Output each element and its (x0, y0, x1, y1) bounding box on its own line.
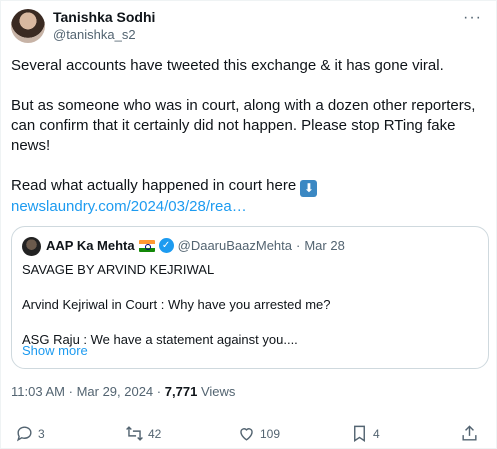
tweet-card: Tanishka Sodhi @tanishka_s2 ··· Several … (0, 0, 497, 449)
quote-header: AAP Ka Mehta ✓ @DaaruBaazMehta · Mar 28 (46, 238, 345, 253)
views-count: 7,771 (164, 384, 198, 399)
quote-author-handle: @DaaruBaazMehta (177, 238, 292, 253)
quote-line-2: Arvind Kejriwal in Court : Why have you … (22, 297, 331, 312)
tweet-paragraph-3: Read what actually happened in court her… (11, 176, 489, 197)
reply-icon (16, 426, 32, 442)
quote-date: Mar 28 (304, 238, 345, 253)
bookmark-button[interactable]: 4 (350, 424, 380, 443)
author-name[interactable]: Tanishka Sodhi (53, 9, 155, 25)
tweet-date[interactable]: Mar 29, 2024 (77, 384, 154, 399)
tweet-time[interactable]: 11:03 AM (11, 384, 65, 399)
more-horizontal-icon[interactable]: ··· (463, 9, 482, 27)
quoted-tweet[interactable]: AAP Ka Mehta ✓ @DaaruBaazMehta · Mar 28 … (11, 226, 489, 369)
author-avatar[interactable] (11, 9, 45, 43)
repost-button[interactable]: 42 (125, 424, 161, 443)
meta-separator-1: · (68, 384, 73, 399)
reply-count: 3 (38, 426, 45, 441)
quote-author-avatar (22, 237, 41, 256)
show-more-link[interactable]: Show more (22, 343, 88, 358)
like-button[interactable]: 109 (237, 424, 280, 443)
tweet-body: Several accounts have tweeted this excha… (11, 56, 489, 217)
bookmark-icon (354, 425, 365, 442)
quote-text: SAVAGE BY ARVIND KEJRIWAL Arvind Kejriwa… (22, 261, 478, 366)
quote-line-3: ASG Raju : We have a statement against y… (22, 332, 298, 347)
share-button[interactable] (460, 424, 483, 443)
quote-separator: · (296, 238, 301, 253)
meta-separator-2: · (156, 384, 162, 399)
verified-badge-icon: ✓ (158, 238, 174, 253)
india-flag-icon (138, 239, 155, 252)
author-handle[interactable]: @tanishka_s2 (53, 27, 136, 42)
reply-button[interactable]: 3 (15, 424, 45, 443)
bookmark-count: 4 (373, 426, 380, 441)
like-count: 109 (260, 426, 281, 441)
share-icon (462, 425, 477, 441)
tweet-meta: 11:03 AM · Mar 29, 2024 · 7,771 Views (11, 384, 235, 399)
quote-author-name: AAP Ka Mehta (46, 238, 135, 253)
down-arrow-icon: ⬇ (300, 180, 318, 197)
views-label: Views (200, 384, 236, 399)
heart-icon (240, 428, 253, 441)
repost-icon (126, 426, 143, 441)
tweet-paragraph-2: But as someone who was in court, along w… (11, 97, 476, 154)
quote-line-1: SAVAGE BY ARVIND KEJRIWAL (22, 262, 215, 277)
repost-count: 42 (148, 426, 162, 441)
article-link[interactable]: newslaundry.com/2024/03/28/rea… (11, 197, 489, 217)
action-bar: 3 42 109 4 (1, 424, 497, 446)
tweet-read-text: Read what actually happened in court her… (11, 177, 297, 194)
tweet-paragraph-1: Several accounts have tweeted this excha… (11, 57, 444, 74)
